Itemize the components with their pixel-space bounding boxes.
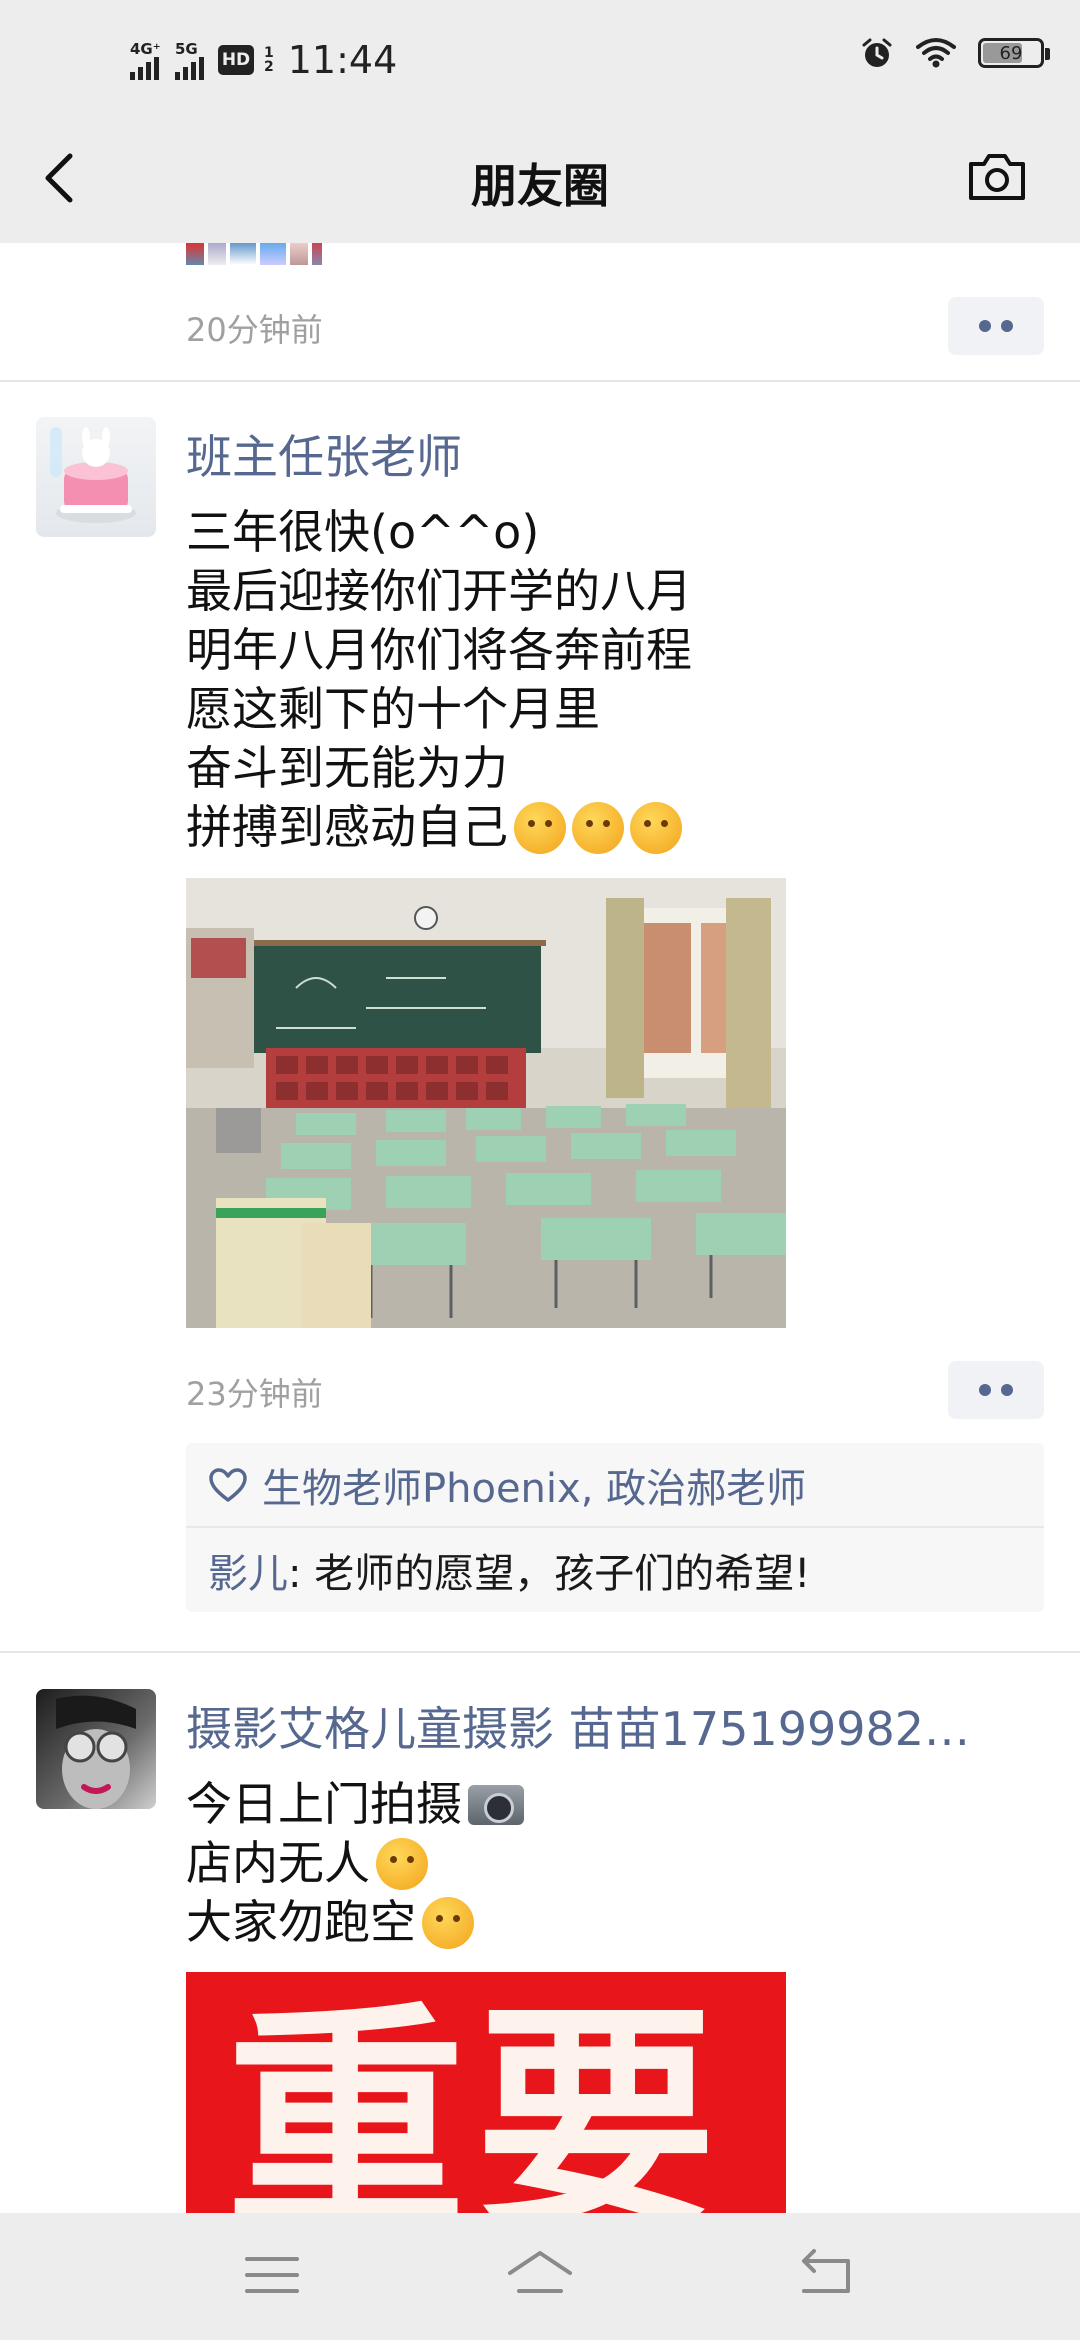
signal-icon: 5G (175, 40, 204, 80)
post-text-line: 拼搏到感动自己 (186, 798, 692, 857)
post-image-classroom[interactable] (186, 878, 786, 1328)
system-navigation-bar (0, 2213, 1080, 2340)
heart-icon (209, 1467, 247, 1502)
hd-sim-label: 12 (264, 45, 274, 75)
back-icon[interactable] (790, 2243, 860, 2307)
comment-row[interactable]: 影儿 : 老师的愿望，孩子们的希望! (186, 1528, 1044, 1612)
thinking-face-emoji-icon (422, 1896, 474, 1949)
status-left: 4G⁺ 5G HD 12 11:44 (130, 30, 397, 90)
determined-face-emoji-icon (630, 801, 682, 854)
hd-voice-icon: HD (218, 45, 254, 75)
post-time: 20分钟前 (186, 311, 323, 349)
home-icon[interactable] (505, 2243, 575, 2307)
cake-avatar-image (50, 427, 136, 523)
likes-row: 生物老师Phoenix, 政治郝老师 (186, 1443, 1044, 1528)
more-options-button[interactable] (948, 297, 1044, 355)
post-text-line: 奋斗到无能为力 (186, 741, 508, 795)
wifi-icon (916, 38, 956, 68)
determined-face-emoji-icon (514, 801, 566, 854)
previous-post-image-strip[interactable] (186, 243, 322, 265)
comment-author[interactable]: 影儿 (208, 1541, 288, 1599)
page-title: 朋友圈 (471, 159, 609, 213)
likes-names[interactable]: 生物老师Phoenix, 政治郝老师 (262, 1456, 806, 1514)
network-type-label: 4G⁺ (130, 40, 161, 58)
comment-text: : 老师的愿望，孩子们的希望! (288, 1551, 811, 1597)
post-text-line: 明年八月你们将各奔前程 (186, 623, 692, 677)
monocle-face-emoji-icon (376, 1837, 428, 1890)
more-options-button[interactable] (948, 1361, 1044, 1419)
post-author-name[interactable]: 班主任张老师 (186, 421, 1066, 487)
signal-icon: 4G⁺ (130, 40, 161, 80)
notice-image-text: 重要 (226, 1982, 727, 2213)
post-text-line: 愿这剩下的十个月里 (186, 682, 600, 736)
moments-feed[interactable]: 20分钟前 班主任张老师 三年很快(o^^o) 最后迎接你们开学的八月 明年八月… (0, 243, 1080, 2213)
top-nav-bar: 朋友圈 (0, 110, 1080, 243)
avatar[interactable] (36, 1689, 156, 1809)
clock: 11:44 (287, 38, 398, 82)
post-time: 23分钟前 (186, 1375, 323, 1413)
menu-icon[interactable] (237, 2243, 307, 2307)
post-divider (0, 1651, 1080, 1653)
status-right: 69 (860, 36, 1050, 70)
battery-icon: 69 (978, 38, 1050, 68)
avatar-portrait-image (56, 1695, 136, 1809)
determined-face-emoji-icon (572, 801, 624, 854)
post-author-name[interactable]: 摄影艾格儿童摄影 苗苗175199982… (186, 1693, 1036, 1759)
post-image-notice[interactable]: 重要 (186, 1972, 786, 2213)
post-text: 三年很快(o^^o) 最后迎接你们开学的八月 明年八月你们将各奔前程 愿这剩下的… (186, 503, 692, 857)
post-text: 今日上门拍摄 店内无人 大家勿跑空 (186, 1775, 524, 1952)
post-text-line: 三年很快(o^^o) (186, 505, 540, 559)
network-type-label: 5G (175, 40, 198, 58)
post-text-line: 今日上门拍摄 (186, 1775, 524, 1834)
battery-level: 69 (999, 42, 1023, 64)
post-text-line: 最后迎接你们开学的八月 (186, 564, 692, 618)
status-bar: 4G⁺ 5G HD 12 11:44 69 (0, 0, 1080, 110)
post-text-line: 店内无人 (186, 1834, 524, 1893)
camera-icon[interactable] (966, 148, 1028, 204)
post-divider (0, 380, 1080, 382)
camera-emoji-icon (468, 1784, 524, 1825)
alarm-icon (862, 38, 892, 67)
post-text-line: 大家勿跑空 (186, 1893, 524, 1952)
avatar[interactable] (36, 417, 156, 537)
likes-comments-box: 生物老师Phoenix, 政治郝老师 影儿 : 老师的愿望，孩子们的希望! (186, 1443, 1044, 1612)
